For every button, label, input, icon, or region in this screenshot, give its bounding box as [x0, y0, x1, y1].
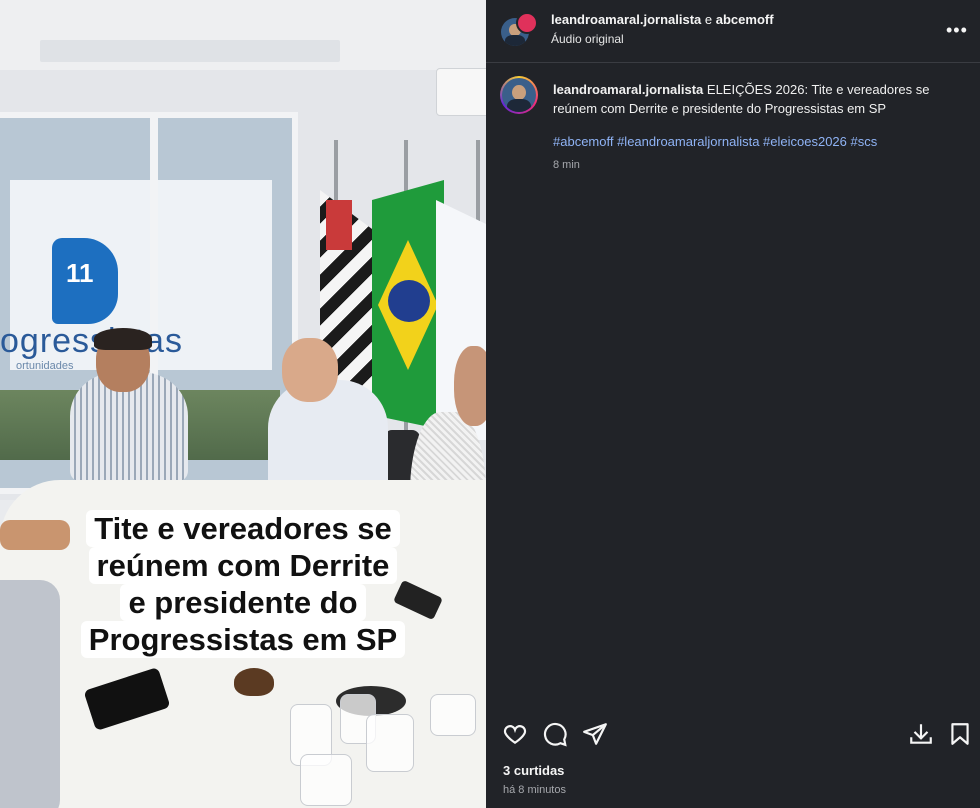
- caption-line: e presidente do: [120, 584, 366, 621]
- post-caption: leandroamaral.jornalista ELEIÇÕES 2026: …: [553, 80, 953, 118]
- comment-icon[interactable]: [542, 721, 568, 747]
- caption-line: Progressistas em SP: [80, 621, 406, 658]
- likes-count[interactable]: 3 curtidas: [503, 763, 564, 778]
- person-head: [454, 346, 486, 426]
- party-logo-number: 11: [66, 258, 94, 288]
- header-authors: leandroamaral.jornalista e abcemoff: [551, 12, 774, 27]
- author-link[interactable]: leandroamaral.jornalista: [551, 12, 701, 27]
- download-icon[interactable]: [908, 721, 934, 747]
- brazil-flag-globe: [388, 280, 430, 322]
- post-header: leandroamaral.jornalista e abcemoff Áudi…: [486, 0, 980, 63]
- post-timestamp: há 8 minutos: [503, 784, 566, 796]
- caption-avatar-ring[interactable]: [500, 76, 538, 114]
- bowl: [234, 668, 274, 696]
- air-conditioner: [436, 68, 486, 116]
- video-caption: Tite e vereadores se reúnem com Derrite …: [0, 510, 486, 658]
- glasses-and-cups: [270, 694, 486, 808]
- author-connector: e: [704, 12, 713, 27]
- party-logo-word: ogressistas: [0, 322, 183, 360]
- person-hair: [94, 328, 152, 350]
- hashtags[interactable]: #abcemoff #leandroamaraljornalista #elei…: [553, 134, 877, 149]
- person-head: [282, 338, 338, 402]
- post-panel: leandroamaral.jornalista e abcemoff Áudi…: [486, 0, 980, 808]
- caption-line: Tite e vereadores se: [86, 510, 400, 547]
- original-audio-link[interactable]: Áudio original: [551, 32, 624, 46]
- heart-icon[interactable]: [502, 721, 528, 747]
- caption-author-link[interactable]: leandroamaral.jornalista: [553, 82, 703, 97]
- share-icon[interactable]: [582, 721, 608, 747]
- coauthor-avatar[interactable]: [516, 12, 538, 34]
- caption-age: 8 min: [553, 159, 580, 171]
- reel-video[interactable]: 11 ogressistas ortunidades Tite e veread…: [0, 0, 486, 808]
- party-logo-subtext: ortunidades: [16, 360, 74, 372]
- sao-paulo-flag-canton: [326, 200, 352, 250]
- bookmark-icon[interactable]: [947, 721, 973, 747]
- coauthor-link[interactable]: abcemoff: [716, 12, 774, 27]
- caption-avatar[interactable]: [502, 78, 536, 112]
- ceiling-light: [40, 40, 340, 62]
- more-options-icon[interactable]: •••: [946, 20, 968, 41]
- caption-line: reúnem com Derrite: [88, 547, 398, 584]
